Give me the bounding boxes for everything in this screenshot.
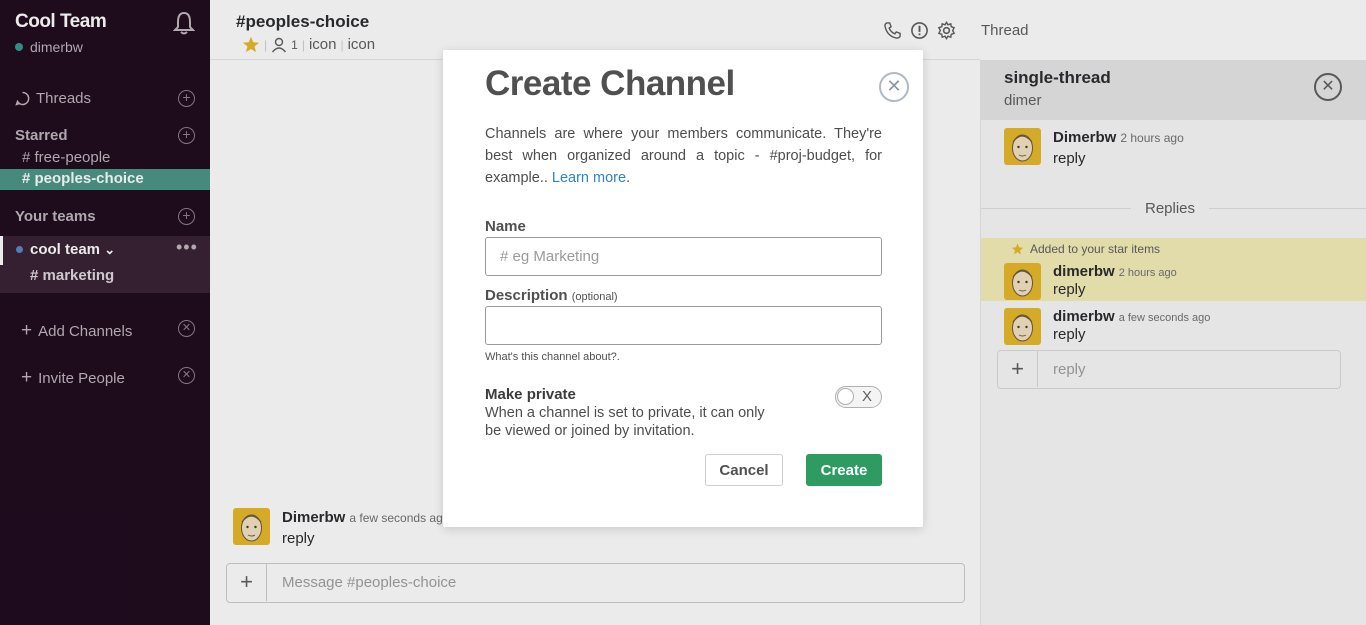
description-hint: What's this channel about?. bbox=[485, 351, 620, 363]
cancel-button[interactable]: Cancel bbox=[705, 454, 783, 486]
channel-description-input[interactable] bbox=[485, 306, 882, 345]
make-private-description: When a channel is set to private, it can… bbox=[485, 405, 765, 439]
create-channel-modal: Create Channel ✕ Channels are where your… bbox=[443, 50, 923, 527]
description-text: Channels are where your members communic… bbox=[485, 126, 882, 186]
name-label: Name bbox=[485, 218, 526, 235]
toggle-knob bbox=[837, 388, 854, 405]
modal-description: Channels are where your members communic… bbox=[485, 126, 882, 186]
channel-name-input[interactable] bbox=[485, 237, 882, 276]
optional-tag: (optional) bbox=[571, 291, 618, 303]
create-button[interactable]: Create bbox=[806, 454, 882, 486]
make-private-toggle[interactable]: X bbox=[835, 386, 882, 408]
make-private-label: Make private bbox=[485, 386, 576, 403]
learn-more-link[interactable]: Learn more bbox=[552, 170, 626, 186]
toggle-off-icon: X bbox=[862, 388, 873, 405]
close-icon[interactable]: ✕ bbox=[879, 72, 909, 102]
description-label: Description (optional) bbox=[485, 287, 618, 304]
modal-title: Create Channel bbox=[485, 64, 735, 103]
description-label-text: Description bbox=[485, 287, 568, 304]
